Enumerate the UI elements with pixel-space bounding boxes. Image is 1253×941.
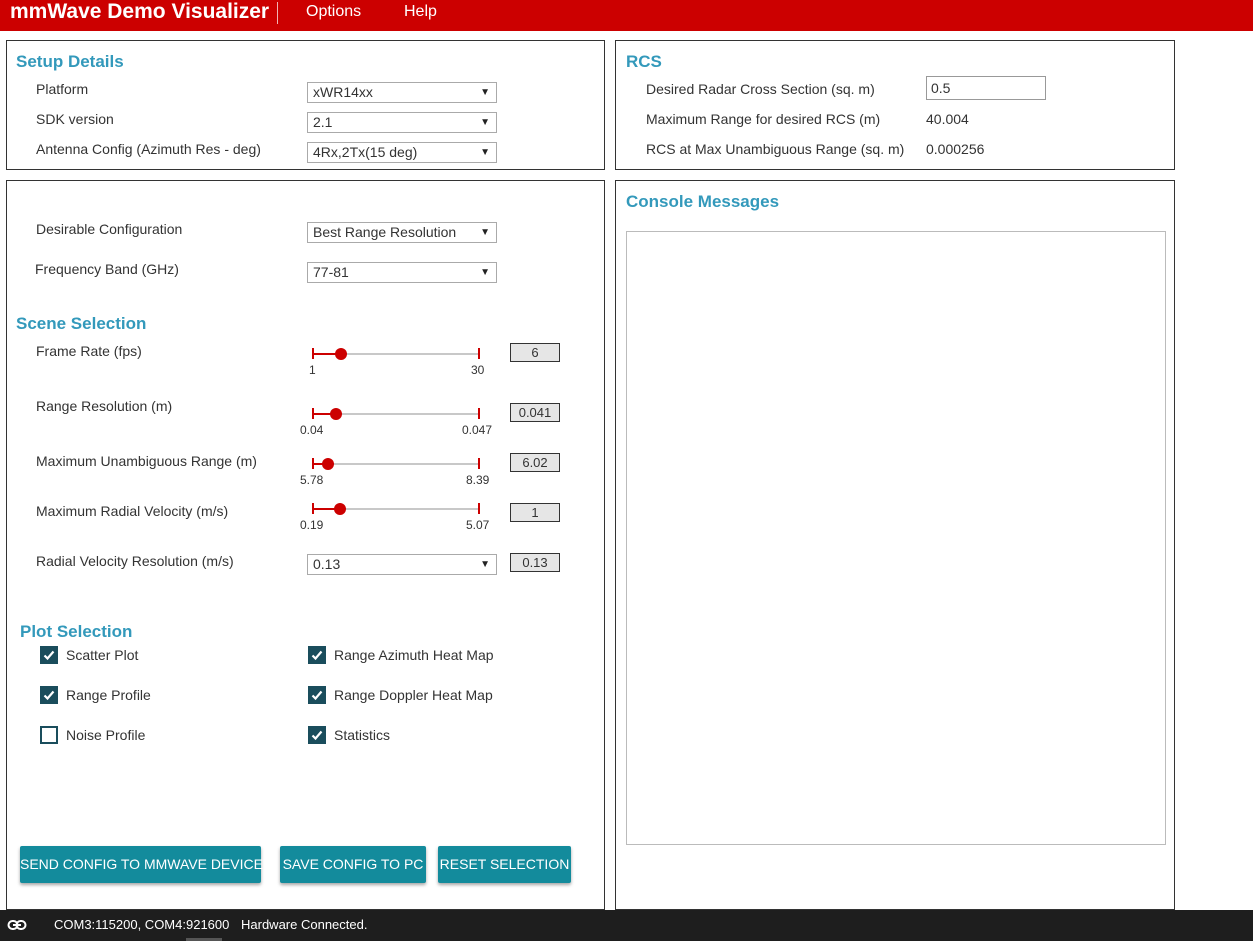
checkmark-icon [311, 650, 323, 661]
range-resolution-min: 0.04 [300, 423, 324, 437]
scatter-plot-checkbox[interactable] [40, 646, 58, 664]
frequency-band-select-value: 77-81 [313, 264, 349, 280]
max-range-rcs-value: 40.004 [926, 111, 969, 127]
range-profile-label: Range Profile [66, 687, 151, 703]
antenna-config-label: Antenna Config (Azimuth Res - deg) [36, 141, 261, 157]
slider-min-tick [312, 348, 314, 359]
sdk-version-label: SDK version [36, 111, 114, 127]
range-doppler-heatmap-checkbox[interactable] [308, 686, 326, 704]
antenna-config-select-value: 4Rx,2Tx(15 deg) [313, 144, 418, 160]
console-title: Console Messages [626, 192, 780, 211]
top-menu-bar: mmWave Demo Visualizer Options Help [0, 0, 1253, 31]
checkmark-icon [43, 690, 55, 701]
slider-min-tick [312, 458, 314, 469]
menu-help[interactable]: Help [404, 0, 437, 24]
desirable-config-label: Desirable Configuration [36, 221, 183, 237]
desired-rcs-input[interactable] [926, 76, 1046, 100]
slider-max-tick [478, 503, 480, 514]
console-output[interactable] [626, 231, 1166, 845]
slider-track [313, 463, 479, 465]
setup-details-title: Setup Details [16, 52, 124, 71]
antenna-config-select[interactable]: 4Rx,2Tx(15 deg) ▼ [307, 142, 497, 163]
status-bar: COM3:115200, COM4:921600 Hardware Connec… [0, 910, 1253, 941]
max-unambiguous-range-readout: 6.02 [510, 453, 560, 472]
slider-thumb[interactable] [333, 503, 346, 515]
range-resolution-readout: 0.041 [510, 403, 560, 422]
slider-thumb[interactable] [321, 458, 334, 470]
radial-velocity-resolution-select[interactable]: 0.13 ▼ [307, 554, 497, 575]
range-resolution-label: Range Resolution (m) [36, 398, 173, 414]
checkmark-icon [311, 730, 323, 741]
rcs-at-max-range-value: 0.000256 [926, 141, 985, 157]
desired-rcs-label: Desired Radar Cross Section (sq. m) [646, 81, 875, 97]
range-resolution-max: 0.047 [462, 423, 493, 437]
range-azimuth-heatmap-checkbox[interactable] [308, 646, 326, 664]
max-range-rcs-label: Maximum Range for desired RCS (m) [646, 111, 881, 127]
frame-rate-min: 1 [309, 363, 316, 377]
dropdown-arrow-icon: ▼ [480, 227, 490, 238]
frame-rate-label: Frame Rate (fps) [36, 343, 142, 359]
sdk-version-select[interactable]: 2.1 ▼ [307, 112, 497, 133]
range-azimuth-heatmap-label: Range Azimuth Heat Map [334, 647, 494, 663]
checkmark-icon [43, 650, 55, 661]
title-divider [277, 2, 278, 24]
frame-rate-readout: 6 [510, 343, 560, 362]
dropdown-arrow-icon: ▼ [480, 267, 490, 278]
dropdown-arrow-icon: ▼ [480, 117, 490, 128]
rcs-at-max-range-label: RCS at Max Unambiguous Range (sq. m) [646, 141, 905, 157]
menu-options[interactable]: Options [306, 0, 361, 24]
platform-select-value: xWR14xx [313, 84, 373, 100]
statistics-label: Statistics [334, 727, 391, 743]
max-radial-velocity-label: Maximum Radial Velocity (m/s) [36, 503, 229, 519]
dropdown-arrow-icon: ▼ [480, 87, 490, 98]
link-icon [7, 917, 27, 938]
save-config-button[interactable]: SAVE CONFIG TO PC [280, 846, 426, 883]
app-title: mmWave Demo Visualizer [10, 0, 270, 23]
max-radial-velocity-min: 0.19 [300, 518, 324, 532]
radial-velocity-resolution-readout: 0.13 [510, 553, 560, 572]
slider-max-tick [478, 348, 480, 359]
range-doppler-heatmap-label: Range Doppler Heat Map [334, 687, 493, 703]
max-radial-velocity-max: 5.07 [466, 518, 490, 532]
max-radial-velocity-readout: 1 [510, 503, 560, 522]
status-connection: Hardware Connected. [241, 917, 368, 932]
scene-selection-title: Scene Selection [16, 314, 147, 333]
slider-max-tick [478, 408, 480, 419]
sdk-version-select-value: 2.1 [313, 114, 333, 130]
radial-velocity-resolution-label: Radial Velocity Resolution (m/s) [36, 553, 234, 569]
statistics-checkbox[interactable] [308, 726, 326, 744]
max-unambiguous-range-max: 8.39 [466, 473, 490, 487]
desirable-config-select-value: Best Range Resolution [313, 224, 457, 240]
reset-selection-button[interactable]: RESET SELECTION [438, 846, 571, 883]
range-profile-checkbox[interactable] [40, 686, 58, 704]
frequency-band-select[interactable]: 77-81 ▼ [307, 262, 497, 283]
noise-profile-checkbox[interactable] [40, 726, 58, 744]
desirable-config-select[interactable]: Best Range Resolution ▼ [307, 222, 497, 243]
status-ports: COM3:115200, COM4:921600 [54, 917, 230, 932]
dropdown-arrow-icon: ▼ [480, 559, 490, 570]
max-unambiguous-range-label: Maximum Unambiguous Range (m) [36, 453, 257, 469]
plot-selection-title: Plot Selection [20, 622, 133, 641]
checkmark-icon [311, 690, 323, 701]
configuration-panel [6, 180, 605, 910]
slider-min-tick [312, 408, 314, 419]
send-config-button[interactable]: SEND CONFIG TO MMWAVE DEVICE [20, 846, 263, 883]
slider-max-tick [478, 458, 480, 469]
radial-velocity-resolution-select-value: 0.13 [313, 556, 341, 572]
rcs-title: RCS [626, 52, 662, 71]
scatter-plot-label: Scatter Plot [66, 647, 139, 663]
max-unambiguous-range-min: 5.78 [300, 473, 324, 487]
frequency-band-label: Frequency Band (GHz) [35, 261, 179, 277]
frame-rate-max: 30 [471, 363, 485, 377]
platform-select[interactable]: xWR14xx ▼ [307, 82, 497, 103]
dropdown-arrow-icon: ▼ [480, 147, 490, 158]
slider-min-tick [312, 503, 314, 514]
noise-profile-label: Noise Profile [66, 727, 146, 743]
platform-label: Platform [36, 81, 89, 97]
